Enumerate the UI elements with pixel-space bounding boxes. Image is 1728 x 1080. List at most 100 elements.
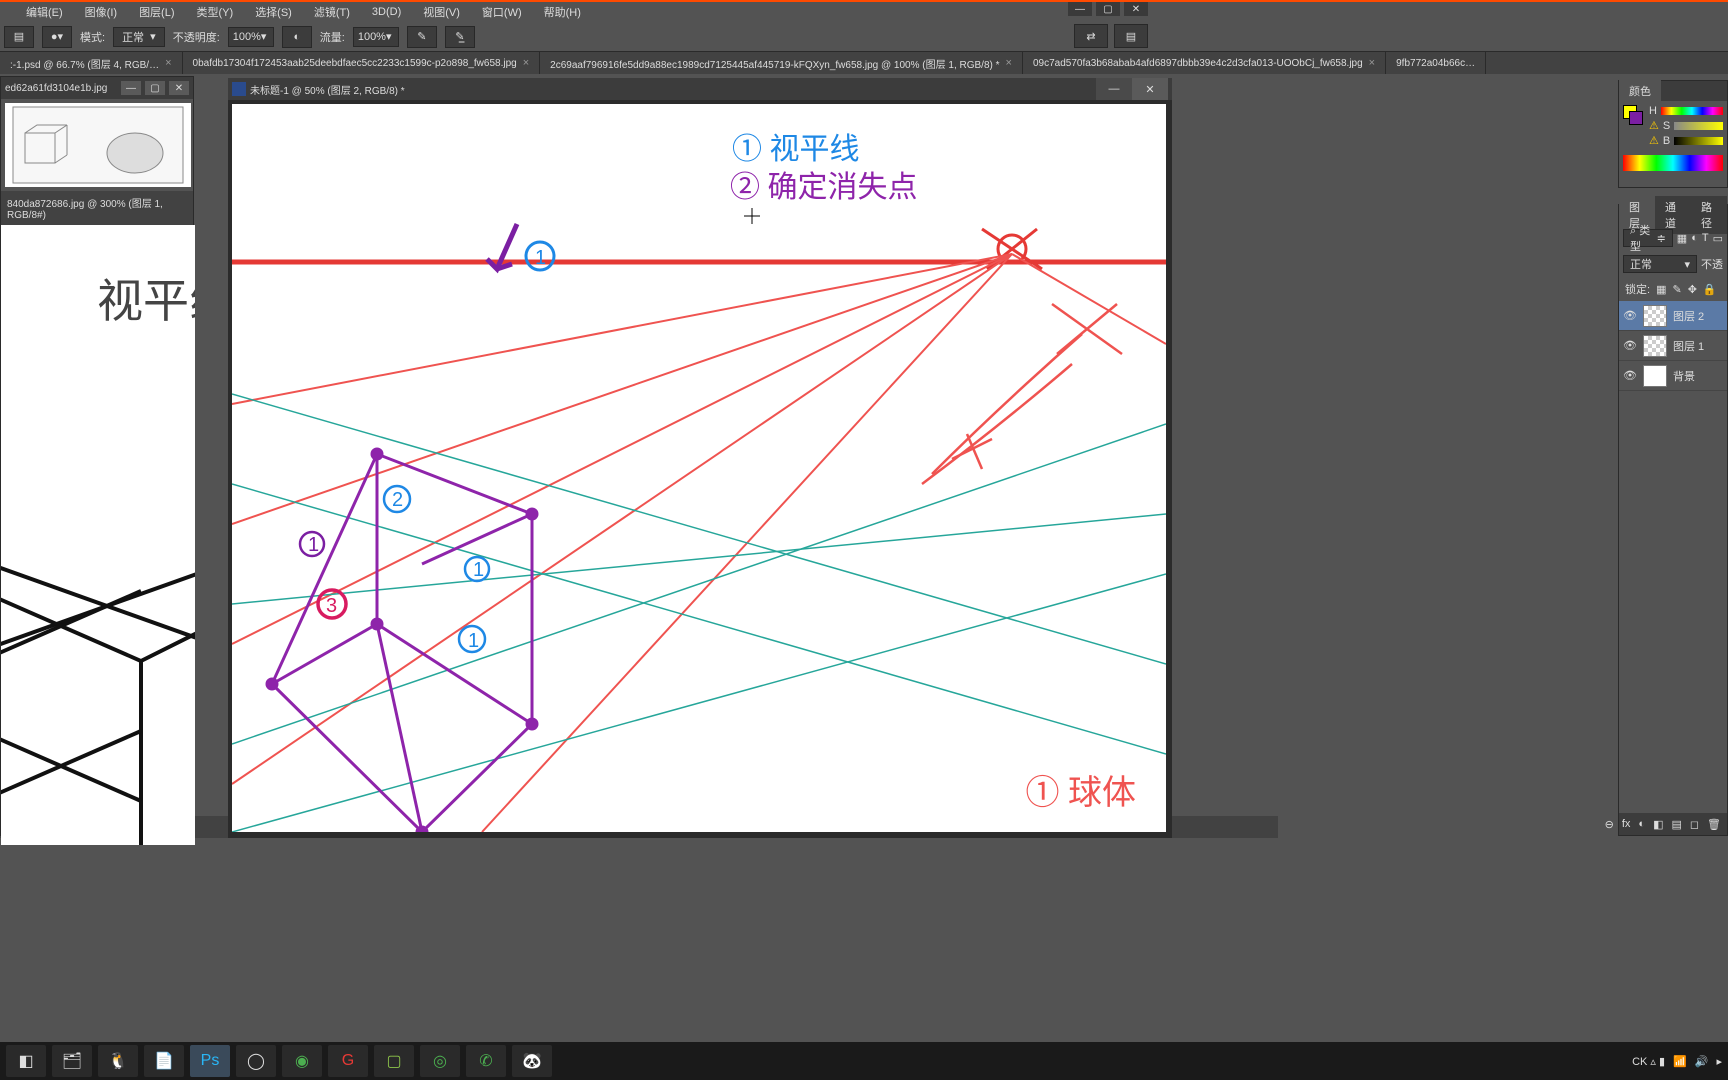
color-ramp[interactable] [1623, 155, 1723, 171]
maximize-button[interactable]: ▢ [145, 81, 165, 95]
system-tray[interactable]: CK ▵ ▮ 📶 🔊 ▸ [1632, 1055, 1722, 1068]
new-layer-icon[interactable]: ◻ [1690, 818, 1699, 831]
menu-help[interactable]: 帮助(H) [536, 2, 589, 22]
layer-row[interactable]: 👁 图层 1 [1619, 331, 1727, 361]
trash-icon[interactable]: 🗑 [1707, 818, 1721, 831]
filter-type-icon[interactable]: T [1702, 232, 1709, 244]
layers-panel[interactable]: 图层 通道 路径 ⌕ 类型≑ ▦ ◐ T ▭ 正常▾ 不透 锁定: ▦ ✎ ✥ … [1618, 204, 1728, 836]
fx-icon[interactable]: fx [1622, 818, 1631, 830]
close-button[interactable]: ✕ [1132, 78, 1168, 100]
menu-3d[interactable]: 3D(D) [364, 4, 409, 20]
layer-row[interactable]: 👁 背景 [1619, 361, 1727, 391]
lock-paint-icon[interactable]: ✎ [1672, 283, 1681, 296]
color-panel[interactable]: 颜色 H ⚠S ⚠B [1618, 80, 1728, 188]
visibility-icon[interactable]: 👁 [1623, 309, 1637, 322]
close-icon[interactable]: × [1006, 57, 1012, 69]
filter-pixel-icon[interactable]: ▦ [1677, 232, 1687, 245]
tab-paths[interactable]: 路径 [1691, 196, 1727, 234]
float-title-2[interactable]: 840da872686.jpg @ 300% (图层 1, RGB/8#) [1, 191, 193, 225]
main-doc-titlebar[interactable]: 未标题-1 @ 50% (图层 2, RGB/8) * — ✕ [228, 78, 1172, 100]
layer-row[interactable]: 👁 图层 2 [1619, 301, 1727, 331]
taskbar-qq[interactable]: 🐧 [98, 1045, 138, 1077]
float-window-titlebar[interactable]: ed62a61fd3104e1b.jpg — ▢ ✕ [1, 77, 193, 99]
collapse-right-icon[interactable]: ▤ [1114, 24, 1148, 48]
windows-taskbar[interactable]: ◧ 🗂 🐧 📄 Ps ◯ ◉ G ▢ ◎ ✆ 🐼 CK ▵ ▮ 📶 🔊 ▸ [0, 1042, 1728, 1080]
menu-window[interactable]: 窗口(W) [474, 2, 530, 22]
menu-select[interactable]: 选择(S) [247, 2, 300, 22]
menu-view[interactable]: 视图(V) [415, 2, 468, 22]
taskbar-browser[interactable]: ◉ [282, 1045, 322, 1077]
visibility-icon[interactable]: 👁 [1623, 369, 1637, 382]
pressure-opacity-icon[interactable]: ◐ [282, 26, 312, 48]
minimize-button[interactable]: — [121, 81, 141, 95]
main-doc-title: 未标题-1 @ 50% (图层 2, RGB/8) * [250, 82, 405, 97]
collapse-left-icon[interactable]: ⇄ [1074, 24, 1108, 48]
filter-shape-icon[interactable]: ▭ [1713, 232, 1723, 245]
close-icon[interactable]: × [523, 57, 529, 69]
menu-edit[interactable]: 编辑(E) [18, 2, 71, 22]
taskbar-photoshop[interactable]: Ps [190, 1045, 230, 1077]
doc-tab-2[interactable]: 0bafdb17304f172453aab25deebdfaec5cc2233c… [183, 52, 541, 74]
doc-tab-1[interactable]: :-1.psd @ 66.7% (图层 4, RGB/…× [0, 52, 183, 74]
blend-mode[interactable]: 正常▾ [1623, 255, 1697, 273]
background-swatch[interactable] [1629, 111, 1643, 125]
layer-name[interactable]: 图层 2 [1673, 308, 1704, 324]
taskbar-app-3[interactable]: ◎ [420, 1045, 460, 1077]
volume-icon[interactable]: 🔊 [1695, 1055, 1709, 1068]
main-document-window[interactable]: 未标题-1 @ 50% (图层 2, RGB/8) * — ✕ [228, 78, 1172, 838]
pressure-size-icon[interactable]: ✎̲ [445, 26, 475, 48]
airbrush-icon[interactable]: ✎ [407, 26, 437, 48]
maximize-button[interactable]: ▢ [1096, 2, 1120, 16]
close-icon[interactable]: × [1369, 57, 1375, 69]
main-canvas[interactable]: 1 2 1 3 1 1 ① 视平线 ② 确定消失点 ① 球体 [232, 104, 1166, 832]
kind-filter[interactable]: ⌕ 类型≑ [1623, 229, 1673, 247]
mask-icon[interactable]: ◐ [1638, 818, 1645, 830]
b-slider[interactable] [1674, 137, 1723, 145]
flow-input[interactable]: 100%▾ [353, 27, 399, 47]
tray-more-icon[interactable]: ▸ [1716, 1055, 1722, 1068]
layer-thumbnail[interactable] [1643, 305, 1667, 327]
taskbar-wechat[interactable]: ✆ [466, 1045, 506, 1077]
s-slider[interactable] [1674, 122, 1723, 130]
layer-thumbnail[interactable] [1643, 335, 1667, 357]
taskbar-notes[interactable]: 📄 [144, 1045, 184, 1077]
start-button[interactable]: ◧ [6, 1045, 46, 1077]
menu-image[interactable]: 图像(I) [77, 2, 125, 22]
minimize-button[interactable]: — [1096, 78, 1132, 100]
taskbar-app-4[interactable]: 🐼 [512, 1045, 552, 1077]
opacity-input[interactable]: 100%▾ [228, 27, 274, 47]
link-icon[interactable]: ⊖ [1605, 818, 1614, 831]
close-button[interactable]: ✕ [169, 81, 189, 95]
visibility-icon[interactable]: 👁 [1623, 339, 1637, 352]
close-icon[interactable]: × [165, 57, 171, 69]
lock-move-icon[interactable]: ✥ [1688, 283, 1697, 296]
menu-type[interactable]: 类型(Y) [189, 2, 242, 22]
lock-trans-icon[interactable]: ▦ [1656, 283, 1666, 296]
doc-tab-label: 0bafdb17304f172453aab25deebdfaec5cc2233c… [193, 58, 517, 69]
adjust-icon[interactable]: ◧ [1653, 818, 1663, 831]
doc-tab-3[interactable]: 2c69aaf796916fe5dd9a88ec1989cd7125445af4… [540, 52, 1023, 74]
menu-filter[interactable]: 滤镜(T) [306, 2, 358, 22]
layer-thumbnail[interactable] [1643, 365, 1667, 387]
layer-name[interactable]: 图层 1 [1673, 338, 1704, 354]
blend-mode-select[interactable]: 正常 ▾ [113, 27, 165, 47]
group-icon[interactable]: ▤ [1671, 818, 1681, 831]
layer-name[interactable]: 背景 [1673, 368, 1695, 384]
doc-tab-4[interactable]: 09c7ad570fa3b68abab4afd6897dbbb39e4c2d3c… [1023, 52, 1386, 74]
taskbar-app-2[interactable]: ▢ [374, 1045, 414, 1077]
color-tab[interactable]: 颜色 [1619, 80, 1661, 102]
taskbar-explorer[interactable]: 🗂 [52, 1045, 92, 1077]
menu-layer[interactable]: 图层(L) [131, 2, 182, 22]
tool-preset-icon[interactable]: ▤ [4, 26, 34, 48]
doc-tab-5[interactable]: 9fb772a04b66c… [1386, 52, 1486, 74]
lock-all-icon[interactable]: 🔒 [1703, 283, 1717, 296]
taskbar-app-1[interactable]: ◯ [236, 1045, 276, 1077]
taskbar-music[interactable]: G [328, 1045, 368, 1077]
network-icon[interactable]: 📶 [1673, 1055, 1687, 1068]
h-slider[interactable] [1661, 107, 1723, 115]
reference-image-window[interactable]: ed62a61fd3104e1b.jpg — ▢ ✕ 840da872686.j… [0, 76, 194, 836]
brush-preset-icon[interactable]: ●▾ [42, 26, 72, 48]
minimize-button[interactable]: — [1068, 2, 1092, 16]
close-button[interactable]: ✕ [1124, 2, 1148, 16]
filter-adjust-icon[interactable]: ◐ [1691, 232, 1698, 244]
